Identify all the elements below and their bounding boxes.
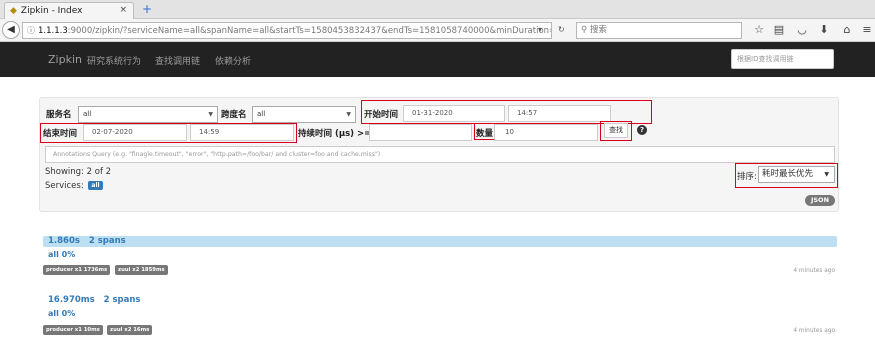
annotations-query-input[interactable]: Annotations Query (e.g. "finagle.timeout… xyxy=(45,146,835,163)
service-badge-all[interactable]: all xyxy=(88,181,103,190)
browser-nav-bar: ◀ ⓘ 1.1.1.3:9000/zipkin/?serviceName=all… xyxy=(0,19,875,42)
service-label: 服务名 xyxy=(46,110,72,120)
end-date-input[interactable]: 02-07-2020 xyxy=(83,124,187,141)
browser-tab-bar: ◆ Zipkin - Index × + xyxy=(0,0,875,19)
trace-span-count: 2 spans xyxy=(103,295,141,305)
trace-timestamp: 4 minutes ago xyxy=(793,268,835,274)
chevron-down-icon: ▼ xyxy=(346,111,351,118)
tab-close-icon[interactable]: × xyxy=(119,5,127,15)
sort-select[interactable]: 耗时最长优先 ▼ xyxy=(758,166,835,183)
start-date-input[interactable]: 01-31-2020 xyxy=(403,105,505,122)
url-bar[interactable]: ⓘ 1.1.1.3:9000/zipkin/?serviceName=all&s… xyxy=(22,22,552,39)
limit-label: 数量 xyxy=(476,129,494,139)
find-button[interactable]: 查找 xyxy=(604,123,628,138)
service-duration-tag: zuul x2 1859ms xyxy=(115,265,168,275)
tab-title: Zipkin - Index xyxy=(20,6,83,16)
end-time-input[interactable]: 14:59 xyxy=(190,124,294,141)
chevron-down-icon: ▼ xyxy=(208,111,213,118)
duration-input[interactable] xyxy=(369,124,472,141)
trace-duration-bar[interactable]: 16.970ms 2 spans xyxy=(43,295,837,306)
services-filter: Services: all xyxy=(45,181,103,191)
search-box[interactable]: ⚲ 搜索 xyxy=(576,22,742,39)
sort-label: 排序: xyxy=(737,172,757,182)
trace-duration: 16.970ms xyxy=(48,295,95,305)
span-label: 跨度名 xyxy=(221,110,247,120)
new-tab-button[interactable]: + xyxy=(140,2,154,16)
brand-logo[interactable]: Zipkin xyxy=(48,53,82,66)
pocket-icon[interactable]: ◡ xyxy=(795,23,809,37)
service-value: all xyxy=(83,110,92,118)
back-icon[interactable]: ◀ xyxy=(2,21,20,39)
download-icon[interactable]: ⬇ xyxy=(817,23,831,37)
trace-duration-bar[interactable]: 1.860s 2 spans xyxy=(43,236,837,247)
services-label: Services: xyxy=(45,181,84,191)
nav-find-trace[interactable]: 查找调用链 xyxy=(155,54,200,67)
home-icon[interactable]: ⌂ xyxy=(840,23,854,37)
start-time-input[interactable]: 14:57 xyxy=(508,105,611,122)
nav-discover[interactable]: 研究系统行为 xyxy=(87,54,141,67)
span-value: all xyxy=(257,110,266,118)
chevron-down-icon: ▼ xyxy=(824,171,829,178)
start-time-label: 开始时间 xyxy=(364,110,399,120)
showing-count: Showing: 2 of 2 xyxy=(45,167,112,177)
service-select[interactable]: all ▼ xyxy=(78,106,218,123)
query-panel: 服务名 all ▼ 跨度名 all ▼ 开始时间 01-31-2020 14:57 … xyxy=(39,97,839,212)
url-dropdown-icon[interactable]: ▾ xyxy=(538,22,542,37)
browser-tab[interactable]: ◆ Zipkin - Index × xyxy=(4,2,134,19)
menu-icon[interactable]: ≡ xyxy=(860,23,874,37)
service-duration-tag: producer x1 1736ms xyxy=(43,265,111,275)
star-icon[interactable]: ☆ xyxy=(752,23,766,37)
service-duration-tag: zuul x2 16ms xyxy=(107,325,153,335)
trace-service-percent: all 0% xyxy=(48,309,76,318)
trace-service-percent: all 0% xyxy=(48,250,76,259)
sort-value: 耗时最长优先 xyxy=(762,169,814,179)
trace-id-input[interactable]: 根据ID查找调用链 xyxy=(731,49,834,69)
trace-duration: 1.860s xyxy=(48,236,80,246)
nav-dependencies[interactable]: 依赖分析 xyxy=(215,54,251,67)
zipkin-favicon-icon: ◆ xyxy=(10,6,17,16)
limit-input[interactable]: 10 xyxy=(494,124,598,141)
json-button[interactable]: JSON xyxy=(805,195,835,206)
service-duration-tag: producer x1 10ms xyxy=(43,325,103,335)
reload-icon[interactable]: ↻ xyxy=(558,22,565,37)
search-placeholder: 搜索 xyxy=(589,25,607,35)
help-icon[interactable]: ? xyxy=(637,125,647,135)
duration-label: 持续时间 (μs) >= xyxy=(298,129,372,139)
trace-span-count: 2 spans xyxy=(88,236,126,246)
info-icon[interactable]: ⓘ xyxy=(27,25,35,36)
url-path: :9000/zipkin/?serviceName=all&spanName=a… xyxy=(67,25,552,36)
span-select[interactable]: all ▼ xyxy=(252,106,356,123)
search-icon: ⚲ xyxy=(581,25,590,35)
url-host: 1.1.1.3 xyxy=(38,25,68,36)
end-time-label: 结束时间 xyxy=(43,129,78,139)
app-navbar: Zipkin 研究系统行为 查找调用链 依赖分析 根据ID查找调用链 xyxy=(0,42,875,77)
reading-list-icon[interactable]: ▤ xyxy=(772,23,786,37)
trace-timestamp: 4 minutes ago xyxy=(793,328,835,334)
